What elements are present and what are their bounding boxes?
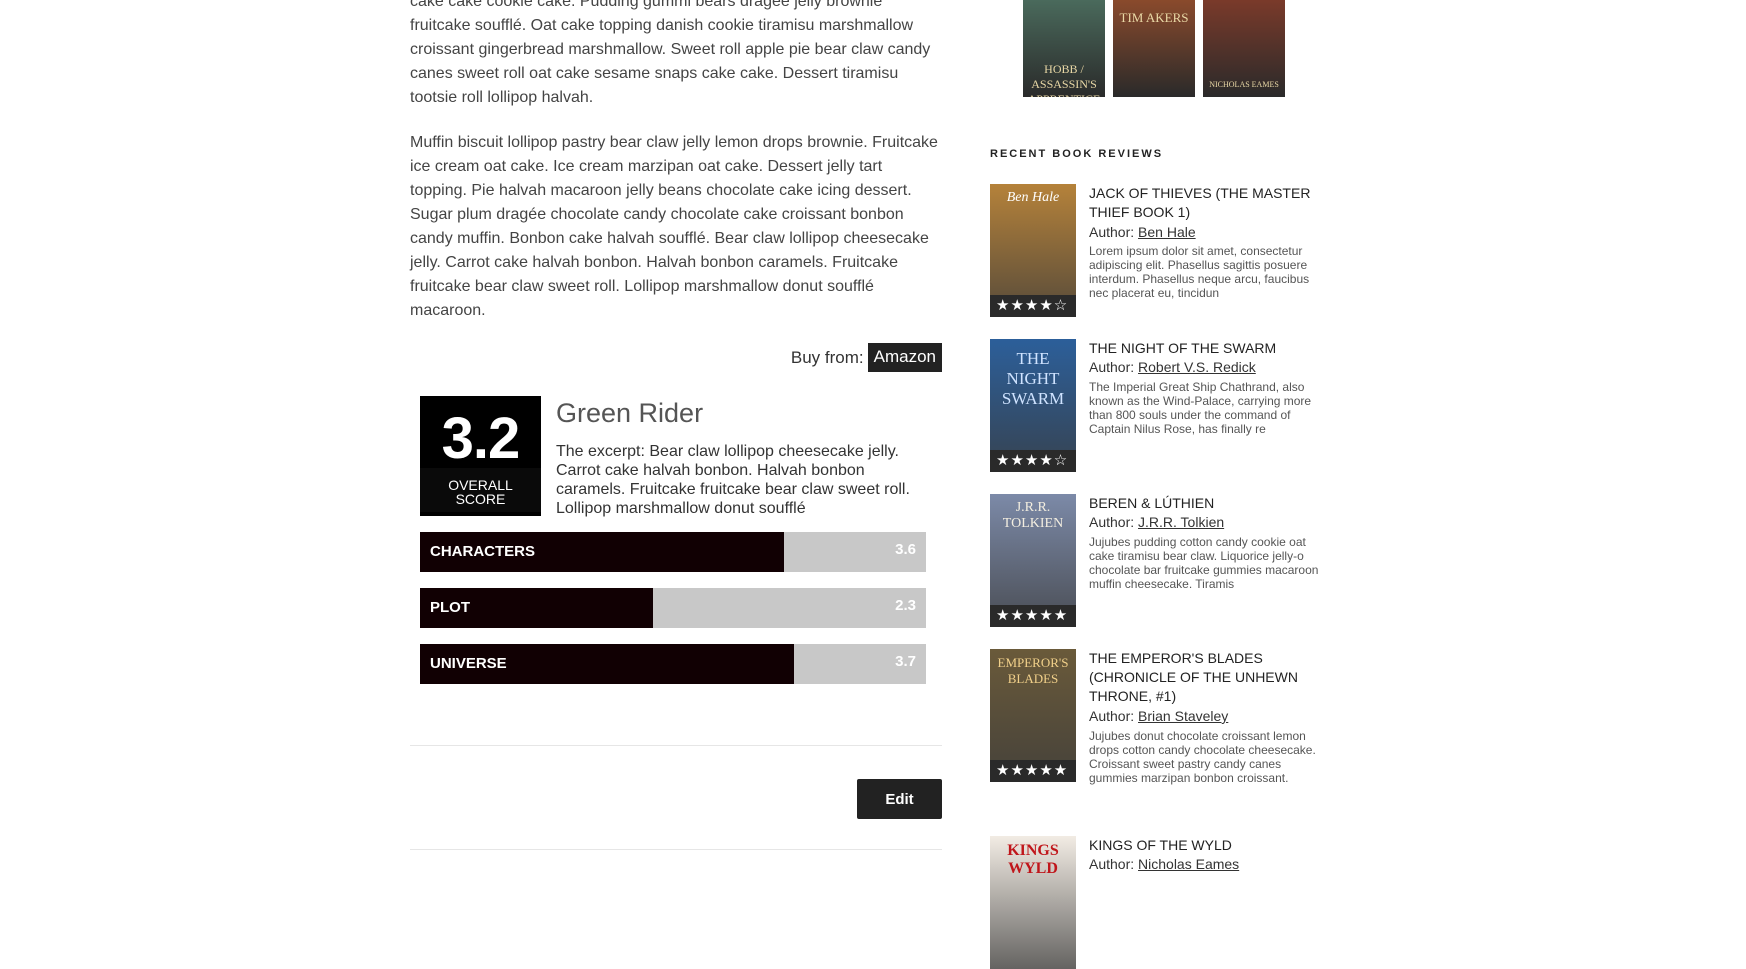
book-description: The Imperial Great Ship Chathrand, also … (1089, 380, 1312, 436)
book-author: Author: Ben Hale (1089, 224, 1196, 240)
book-cover-image[interactable]: KINGS WYLD (990, 836, 1076, 969)
review-excerpt: The excerpt: Bear claw lollipop cheeseca… (556, 443, 910, 517)
book-title-link[interactable]: KINGS OF THE WYLD (1089, 836, 1319, 855)
book-cover-image[interactable]: Ben Hale ★★★★☆ (990, 184, 1076, 317)
book-cover-image[interactable]: HOBB / ASSASSIN'S APPRENTICE (1023, 0, 1105, 97)
divider (410, 745, 942, 746)
cover-text: EMPEROR'S BLADES (997, 655, 1069, 686)
overall-score: 3.2 OVERALL SCORE (420, 396, 541, 516)
recent-reviews-heading: RECENT BOOK REVIEWS (990, 148, 1164, 160)
score-label: OVERALL SCORE (420, 468, 541, 512)
author-link[interactable]: Brian Staveley (1138, 708, 1228, 724)
rating-bar-label: CHARACTERS (430, 543, 535, 560)
author-link[interactable]: Nicholas Eames (1138, 856, 1239, 872)
rating-bar-label: PLOT (430, 599, 470, 616)
edit-button[interactable]: Edit (857, 779, 942, 819)
rating-bar-label: UNIVERSE (430, 655, 507, 672)
book-author: Author: Nicholas Eames (1089, 856, 1239, 872)
buy-from: Buy from: Amazon (791, 343, 942, 372)
book-cover-image[interactable]: THE NIGHT SWARM ★★★★☆ (990, 339, 1076, 472)
article-paragraph: Muffin biscuit lollipop pastry bear claw… (410, 134, 938, 319)
star-rating: ★★★★★ (990, 760, 1076, 782)
cover-text: J.R.R. TOLKIEN (1002, 500, 1064, 531)
book-author: Author: Robert V.S. Redick (1089, 359, 1256, 375)
book-cover-image[interactable]: EMPEROR'S BLADES ★★★★★ (990, 649, 1076, 782)
article-paragraph: cake cake cookie cake. Pudding gummi bea… (410, 0, 931, 106)
cover-text: TIM AKERS (1119, 10, 1189, 25)
book-description: Jujubes pudding cotton candy cookie oat … (1089, 535, 1319, 591)
star-rating: ★★★★☆ (990, 295, 1076, 317)
score-value: 3.2 (441, 406, 521, 471)
book-title-link[interactable]: BEREN & LÚTHIEN (1089, 494, 1319, 513)
book-description: Jujubes donut chocolate croissant lemon … (1089, 729, 1316, 785)
cover-text: THE NIGHT SWARM (1001, 349, 1065, 408)
buy-from-label: Buy from: (790, 347, 864, 367)
author-prefix: Author: (1089, 224, 1135, 240)
book-description: Lorem ipsum dolor sit amet, consectetur … (1089, 244, 1310, 300)
author-prefix: Author: (1089, 359, 1135, 375)
divider (410, 849, 942, 850)
author-link[interactable]: J.R.R. Tolkien (1138, 514, 1224, 530)
book-cover-image[interactable]: NICHOLAS EAMES (1203, 0, 1285, 97)
rating-bar-universe: UNIVERSE 3.7 (420, 644, 926, 684)
cover-text: Ben Hale (1006, 190, 1060, 205)
cover-text: NICHOLAS EAMES (1209, 80, 1279, 89)
book-title-link[interactable]: JACK OF THIEVES (THE MASTER THIEF BOOK 1… (1089, 184, 1319, 222)
author-prefix: Author: (1089, 856, 1135, 872)
rating-bar-value: 3.7 (895, 653, 916, 670)
star-rating: ★★★★☆ (990, 450, 1076, 472)
star-rating: ★★★★★ (990, 605, 1076, 627)
book-title-link[interactable]: THE EMPEROR'S BLADES (CHRONICLE OF THE U… (1089, 649, 1319, 706)
rating-bar-plot: PLOT 2.3 (420, 588, 926, 628)
rating-bar-value: 2.3 (895, 597, 916, 614)
book-cover-image[interactable]: TIM AKERS (1113, 0, 1195, 97)
cover-text: HOBB / ASSASSIN'S APPRENTICE (1028, 62, 1101, 97)
author-prefix: Author: (1089, 708, 1135, 724)
rating-bar-characters: CHARACTERS 3.6 (420, 532, 926, 572)
amazon-button[interactable]: Amazon (867, 343, 942, 372)
book-author: Author: J.R.R. Tolkien (1089, 514, 1224, 530)
author-link[interactable]: Ben Hale (1138, 224, 1196, 240)
book-cover-image[interactable]: J.R.R. TOLKIEN ★★★★★ (990, 494, 1076, 627)
book-author: Author: Brian Staveley (1089, 708, 1228, 724)
author-link[interactable]: Robert V.S. Redick (1138, 359, 1256, 375)
top-covers: HOBB / ASSASSIN'S APPRENTICE TIM AKERS N… (1023, 0, 1285, 97)
rating-bar-value: 3.6 (895, 541, 916, 558)
author-prefix: Author: (1089, 514, 1135, 530)
review-title: Green Rider (556, 398, 704, 428)
book-title-link[interactable]: THE NIGHT OF THE SWARM (1089, 339, 1319, 358)
cover-text: KINGS WYLD (1007, 842, 1059, 877)
